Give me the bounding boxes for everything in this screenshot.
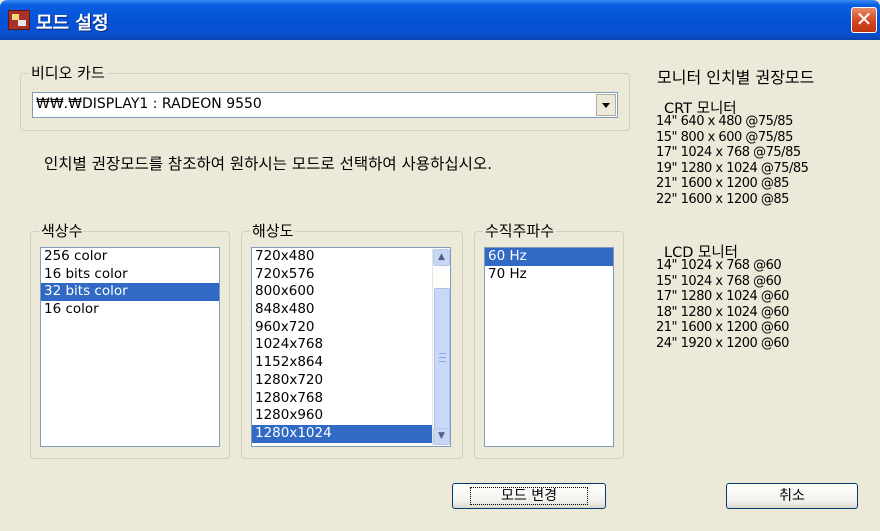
list-item[interactable]: 1152x864 [252, 354, 434, 372]
scroll-down-icon[interactable]: ▼ [433, 428, 450, 445]
instruction-text: 인치별 권장모드를 참조하여 원하시는 모드로 선택하여 사용하십시오. [44, 155, 493, 173]
change-mode-button[interactable]: 모드 변경 [452, 483, 606, 509]
list-item[interactable]: 256 color [41, 248, 219, 266]
list-item[interactable]: 1280x960 [252, 407, 434, 425]
recommended-mode-line: 17" 1280 x 1024 @60 [656, 289, 789, 304]
list-item[interactable]: 960x720 [252, 319, 434, 337]
recommended-mode-line: 21" 1600 x 1200 @85 [656, 176, 789, 191]
resolution-label: 해상도 [250, 222, 296, 240]
close-icon: ✕ [855, 7, 873, 31]
crt-modes-list: 14" 640 x 480 @75/85 15" 800 x 600 @75/85… [656, 114, 809, 207]
recommended-modes-title: 모니터 인치별 권장모드 [657, 68, 815, 87]
colors-listbox[interactable]: 256 color 16 bits color 32 bits color 16 co… [40, 247, 220, 447]
scroll-thumb[interactable] [434, 288, 450, 432]
scroll-up-icon[interactable]: ▲ [433, 249, 450, 266]
video-card-dropdown[interactable]: ₩₩.₩DISPLAY1 : RADEON 9550 [32, 92, 618, 118]
recommended-mode-line: 24" 1920 x 1200 @60 [656, 335, 789, 351]
recommended-mode-line: 21" 1600 x 1200 @60 [656, 320, 789, 335]
cancel-button[interactable]: 취소 [726, 483, 858, 509]
recommended-mode-line: 14" 1024 x 768 @60 [656, 258, 782, 273]
resolution-scrollbar[interactable]: ▲ ▼ [432, 248, 450, 446]
list-item[interactable]: 60 Hz [485, 248, 613, 266]
title-bar[interactable]: 모드 설정 ✕ [0, 0, 880, 40]
recommended-mode-line: 14" 640 x 480 @75/85 [656, 114, 793, 129]
chevron-down-icon[interactable] [596, 94, 616, 116]
lcd-modes-list: 14" 1024 x 768 @60 15" 1024 x 768 @60 17" … [656, 258, 789, 351]
list-item[interactable]: 720x480 [252, 248, 434, 266]
change-mode-label: 모드 변경 [470, 487, 588, 505]
list-item[interactable]: 70 Hz [485, 266, 613, 284]
list-item[interactable]: 1280x1024 [252, 424, 434, 443]
recommended-mode-line: 17" 1024 x 768 @75/85 [656, 145, 801, 160]
refresh-rate-label: 수직주파수 [483, 222, 557, 240]
recommended-mode-line: 15" 1024 x 768 @60 [656, 273, 782, 289]
list-item[interactable]: 32 bits color [41, 283, 219, 302]
list-item[interactable]: 16 bits color [41, 266, 219, 284]
list-item[interactable]: 848x480 [252, 301, 434, 319]
recommended-mode-line: 22" 1600 x 1200 @85 [656, 191, 789, 207]
video-card-value: ₩₩.₩DISPLAY1 : RADEON 9550 [36, 96, 262, 112]
app-icon [8, 10, 30, 30]
list-item[interactable]: 16 color [41, 301, 219, 319]
list-item[interactable]: 1280x768 [252, 390, 434, 408]
recommended-mode-line: 19" 1280 x 1024 @75/85 [656, 160, 809, 176]
video-card-label: 비디오 카드 [29, 64, 107, 82]
list-item[interactable]: 720x576 [252, 266, 434, 284]
recommended-mode-line: 15" 800 x 600 @75/85 [656, 129, 793, 145]
list-item[interactable]: 1280x720 [252, 372, 434, 390]
list-item[interactable]: 800x600 [252, 283, 434, 301]
list-item[interactable]: 1024x768 [252, 336, 434, 354]
recommended-mode-line: 18" 1280 x 1024 @60 [656, 304, 789, 320]
refresh-rate-listbox[interactable]: 60 Hz 70 Hz [484, 247, 614, 447]
cancel-label: 취소 [779, 488, 805, 504]
resolution-listbox[interactable]: 720x480 720x576 800x600 848x480 960x720 1024x… [251, 247, 451, 447]
colors-label: 색상수 [39, 222, 85, 240]
window-title: 모드 설정 [36, 13, 109, 34]
close-button[interactable]: ✕ [851, 7, 877, 33]
